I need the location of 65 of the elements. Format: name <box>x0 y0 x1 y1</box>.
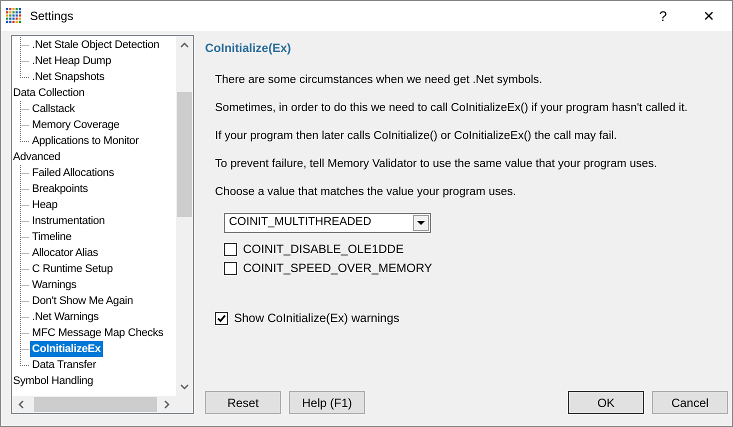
section-heading: CoInitialize(Ex) <box>205 41 292 55</box>
tree-item[interactable]: Don't Show Me Again <box>30 293 136 309</box>
tree-item[interactable]: Allocator Alias <box>30 245 100 261</box>
vertical-scrollbar[interactable] <box>176 36 193 396</box>
tree-connector <box>20 245 30 261</box>
scrollbar-thumb[interactable] <box>177 92 192 217</box>
horizontal-scrollbar[interactable] <box>12 396 193 413</box>
tree-item[interactable]: Symbol Handling <box>13 373 176 389</box>
tree-item[interactable]: Heap <box>30 197 60 213</box>
description-text: If your program then later calls CoInitialize() or CoInitializeEx() the call may fail. <box>215 129 618 143</box>
checkbox[interactable] <box>224 262 237 274</box>
description-text: Choose a value that matches the value your program uses. <box>215 185 518 199</box>
dialog-button[interactable]: Reset <box>205 391 281 414</box>
tree-item[interactable]: Breakpoints <box>30 181 90 197</box>
tree-item[interactable]: CoInitializeEx <box>30 341 103 357</box>
value-dropdown[interactable]: COINIT_MULTITHREADED <box>224 213 431 233</box>
tree-item[interactable]: Applications to Monitor <box>30 133 141 149</box>
chevron-up-icon[interactable] <box>180 42 189 48</box>
tree-item[interactable]: Instrumentation <box>30 213 107 229</box>
help-button[interactable]: ? <box>640 1 686 31</box>
tree-connector <box>20 229 30 245</box>
tree-item[interactable]: C Runtime Setup <box>30 261 115 277</box>
tree-item[interactable]: MFC Message Map Checks <box>30 325 166 341</box>
tree-connector <box>20 181 30 197</box>
tree-item[interactable]: .Net Heap Dump <box>30 53 114 69</box>
tree-item[interactable]: Memory Coverage <box>30 117 122 133</box>
dialog-button[interactable]: Cancel <box>652 391 728 414</box>
chevron-down-icon[interactable] <box>180 384 189 390</box>
scrollbar-thumb[interactable] <box>34 397 157 412</box>
tree-connector <box>20 293 30 309</box>
tree-connector <box>20 213 30 229</box>
chevron-right-icon[interactable] <box>164 400 170 409</box>
tree-connector <box>20 101 30 117</box>
tree-item[interactable]: Callstack <box>30 101 77 117</box>
checkbox[interactable] <box>224 242 237 256</box>
chevron-left-icon[interactable] <box>18 400 24 409</box>
tree-item[interactable]: Failed Allocations <box>30 165 116 181</box>
tree-item[interactable]: .Net Stale Object Detection <box>30 37 162 53</box>
tree-item[interactable]: Data Collection <box>13 85 176 101</box>
tree-item[interactable]: .Net Snapshots <box>30 69 106 85</box>
dialog-button[interactable]: OK <box>568 391 644 414</box>
tree-item[interactable]: Advanced <box>13 149 176 165</box>
dialog-button[interactable]: Help (F1) <box>289 391 365 414</box>
checkbox-label: COINIT_DISABLE_OLE1DDE <box>243 241 404 258</box>
check-icon <box>217 314 226 322</box>
tree-item[interactable]: Warnings <box>30 277 78 293</box>
tree-item[interactable]: Timeline <box>30 229 74 245</box>
checkbox-label: COINIT_SPEED_OVER_MEMORY <box>243 260 432 277</box>
tree-connector <box>20 277 30 293</box>
tree-item[interactable]: Data Transfer <box>30 357 98 373</box>
tree-connector <box>20 261 30 277</box>
tree-connector <box>20 197 30 213</box>
description-text: There are some circumstances when we need get .Net symbols. <box>215 73 544 87</box>
tree-item[interactable]: .Net Warnings <box>30 309 101 325</box>
window-title: Settings <box>30 8 74 25</box>
checkbox[interactable] <box>215 312 228 324</box>
tree-connector <box>20 165 30 181</box>
grid-logo-icon <box>6 8 22 24</box>
checkbox-label: Show CoInitialize(Ex) warnings <box>234 310 400 327</box>
caret-icon <box>417 221 425 225</box>
close-button[interactable]: ✕ <box>686 1 732 31</box>
description-text: To prevent failure, tell Memory Validator to use the same value that your program uses. <box>215 157 658 171</box>
tree-connector <box>20 309 30 325</box>
tree-connector <box>20 325 30 341</box>
description-text: Sometimes, in order to do this we need to call CoInitializeEx() if your program hasn't called it. <box>215 101 689 115</box>
